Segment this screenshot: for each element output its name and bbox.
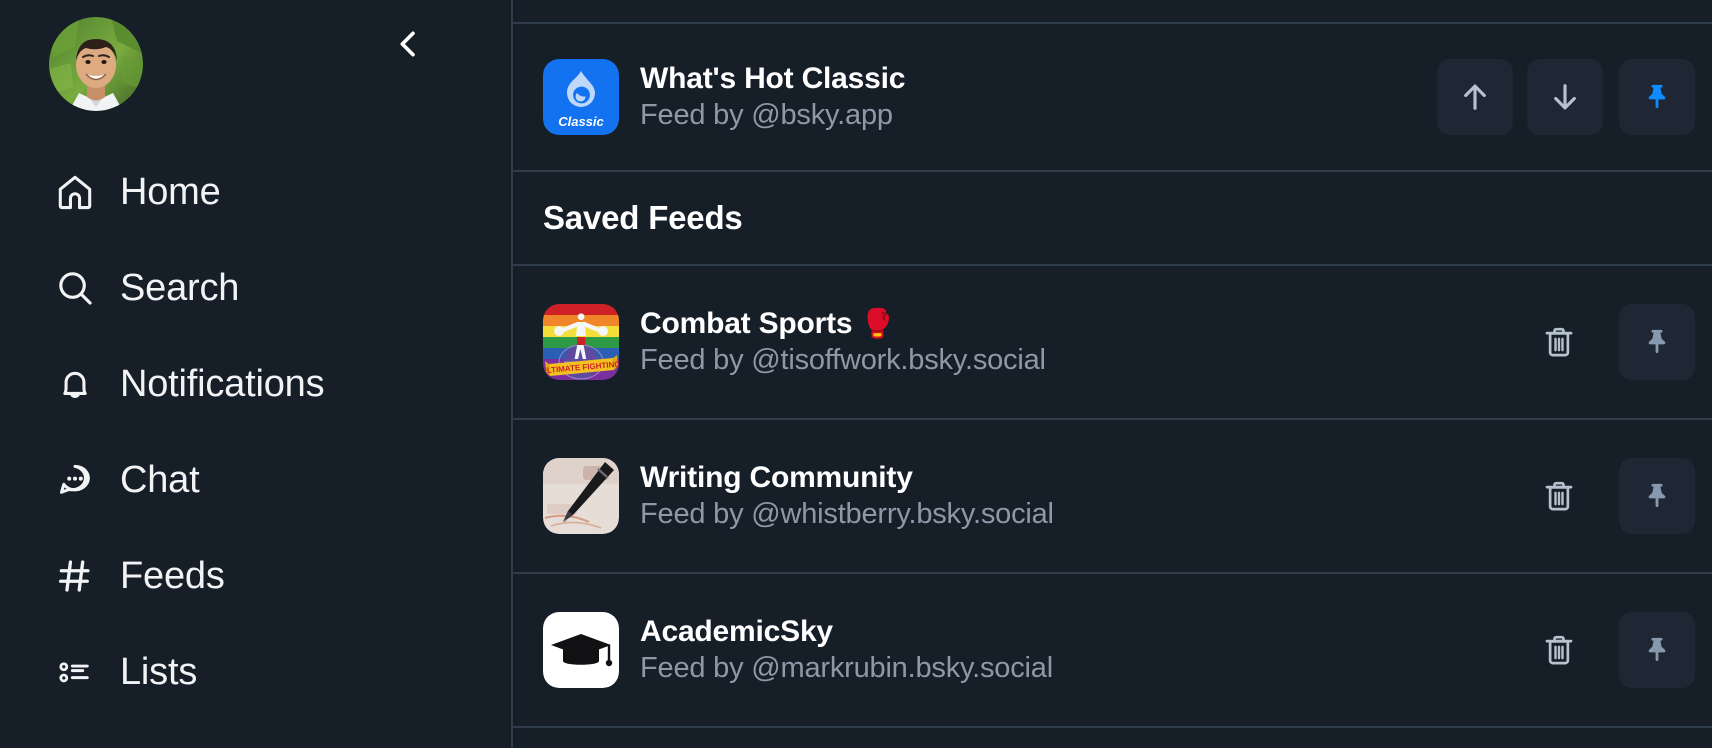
app-root: Home Search Notifications Chat Feeds Lis… (0, 0, 1712, 748)
feed-byline: Feed by @whistberry.bsky.social (640, 498, 1054, 531)
pin-button[interactable] (1619, 612, 1695, 688)
feed-info: Combat Sports 🥊 Feed by @tisoffwork.bsky… (640, 306, 1521, 378)
sidebar-item-label: Notifications (120, 363, 325, 405)
combat-sports-rainbow-icon: ULTIMATE FIGHTING (543, 304, 619, 380)
feed-byline: Feed by @markrubin.bsky.social (640, 652, 1053, 685)
sidebar-item-label: Chat (120, 459, 200, 501)
saved-feed-row[interactable]: ULTIMATE FIGHTING Combat Sports 🥊 Feed b… (513, 266, 1712, 418)
bell-icon (52, 361, 98, 407)
sidebar-item-chat[interactable]: Chat (0, 432, 511, 528)
saved-feeds-header: Saved Feeds (513, 172, 1712, 264)
arrow-down-icon (1547, 79, 1583, 115)
writing-community-pen-icon (543, 458, 619, 534)
pin-icon (1640, 325, 1674, 359)
feed-byline: Feed by @bsky.app (640, 99, 893, 132)
feed-info: AcademicSky Feed by @markrubin.bsky.soci… (640, 614, 1521, 686)
sidebar-item-label: Lists (120, 651, 198, 693)
avatar[interactable] (49, 17, 143, 111)
partial-row-above (513, 0, 1712, 22)
section-title: Saved Feeds (543, 199, 743, 236)
list-icon (52, 649, 98, 695)
sidebar: Home Search Notifications Chat Feeds Lis… (0, 0, 513, 748)
sidebar-item-profile[interactable]: Profile (0, 720, 511, 748)
sidebar-item-label: Home (120, 171, 221, 213)
delete-feed-button[interactable] (1521, 304, 1597, 380)
search-icon (52, 265, 98, 311)
trash-icon (1540, 477, 1578, 515)
sidebar-item-search[interactable]: Search (0, 240, 511, 336)
saved-feed-actions (1521, 458, 1712, 534)
delete-feed-button[interactable] (1521, 612, 1597, 688)
feed-title: Writing Community (640, 460, 913, 494)
sidebar-header (0, 0, 511, 130)
move-up-button[interactable] (1437, 59, 1513, 135)
trash-icon (1540, 631, 1578, 669)
hashtag-icon (52, 553, 98, 599)
trash-icon (1540, 323, 1578, 361)
sidebar-item-feeds[interactable]: Feeds (0, 528, 511, 624)
sidebar-item-notifications[interactable]: Notifications (0, 336, 511, 432)
saved-feed-row[interactable]: Writing Community Feed by @whistberry.bs… (513, 420, 1712, 572)
delete-feed-button[interactable] (1521, 458, 1597, 534)
svg-text:Classic: Classic (558, 114, 604, 129)
feed-byline: Feed by @tisoffwork.bsky.social (640, 344, 1046, 377)
pin-icon (1640, 80, 1674, 114)
chat-bubble-icon (52, 457, 98, 503)
whats-hot-classic-flame-icon: Classic (543, 59, 619, 135)
pin-icon (1640, 633, 1674, 667)
pin-button-active[interactable] (1619, 59, 1695, 135)
sidebar-nav: Home Search Notifications Chat Feeds Lis… (0, 130, 511, 748)
feed-info: What's Hot Classic Feed by @bsky.app (640, 61, 1437, 133)
sidebar-item-lists[interactable]: Lists (0, 624, 511, 720)
arrow-up-icon (1457, 79, 1493, 115)
pin-button[interactable] (1619, 458, 1695, 534)
saved-feed-actions (1521, 612, 1712, 688)
chevron-left-icon (391, 27, 425, 61)
academicsky-graduation-cap-icon (543, 612, 619, 688)
pinned-feed-actions (1437, 59, 1712, 135)
feed-title: What's Hot Classic (640, 61, 906, 95)
feed-info: Writing Community Feed by @whistberry.bs… (640, 460, 1521, 532)
collapse-sidebar-button[interactable] (378, 14, 438, 74)
pinned-feed-row[interactable]: Classic What's Hot Classic Feed by @bsky… (513, 24, 1712, 170)
feed-title-text: Combat Sports (640, 306, 853, 340)
feed-title: Combat Sports 🥊 (640, 306, 1521, 341)
divider (513, 726, 1712, 728)
feed-title: AcademicSky (640, 614, 833, 648)
home-icon (52, 169, 98, 215)
move-down-button[interactable] (1527, 59, 1603, 135)
sidebar-item-label: Feeds (120, 555, 225, 597)
boxing-glove-emoji: 🥊 (852, 307, 895, 339)
pin-button[interactable] (1619, 304, 1695, 380)
saved-feed-actions (1521, 304, 1712, 380)
main-content: Classic What's Hot Classic Feed by @bsky… (513, 0, 1712, 748)
sidebar-item-home[interactable]: Home (0, 144, 511, 240)
saved-feed-row[interactable]: AcademicSky Feed by @markrubin.bsky.soci… (513, 574, 1712, 726)
sidebar-item-label: Search (120, 267, 240, 309)
pin-icon (1640, 479, 1674, 513)
